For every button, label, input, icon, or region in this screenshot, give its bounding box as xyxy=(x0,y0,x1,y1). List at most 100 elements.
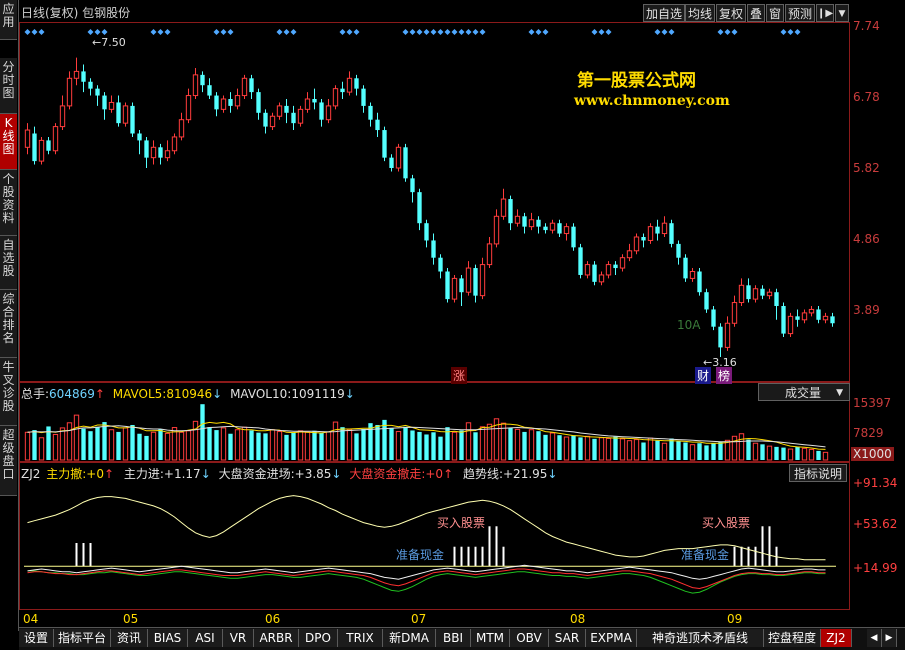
candle-body xyxy=(207,85,212,96)
tab-vr[interactable]: VR xyxy=(223,629,254,647)
signal-diamond xyxy=(444,29,451,35)
candle-body xyxy=(801,312,808,321)
volume-bar xyxy=(704,445,709,460)
candle-body xyxy=(704,292,709,310)
signal-diamond xyxy=(157,29,164,35)
candle-body xyxy=(81,71,86,82)
candle-body xyxy=(571,226,576,248)
buy-bar xyxy=(488,526,491,567)
tab-bias[interactable]: BIAS xyxy=(148,629,188,647)
tab-mtm[interactable]: MTM xyxy=(471,629,510,647)
volume-bar xyxy=(234,429,241,461)
candle-body xyxy=(241,77,248,97)
candle-body xyxy=(718,326,723,348)
volume-bar xyxy=(816,450,821,460)
volume-bar xyxy=(122,427,129,461)
tab-new-dma[interactable]: 新DMA xyxy=(383,629,436,647)
tab-zj2[interactable]: ZJ2 xyxy=(821,629,852,647)
volume-bar xyxy=(38,437,45,461)
signal-diamond xyxy=(164,29,171,35)
price-tick: 4.86 xyxy=(853,232,880,246)
signal-diamond xyxy=(794,29,801,35)
tab-asi[interactable]: ASI xyxy=(188,629,223,647)
trend-label: 趋势线: xyxy=(462,467,503,481)
tab-expma[interactable]: EXPMA xyxy=(586,629,637,647)
tab-magic-escape[interactable]: 神奇逃顶术矛盾线 xyxy=(637,629,764,647)
candle-body xyxy=(410,178,415,193)
tab-indicator-platform[interactable]: 指标平台 xyxy=(54,629,111,647)
tab-obv[interactable]: OBV xyxy=(510,629,549,647)
candle-body xyxy=(752,288,759,300)
candle-body xyxy=(354,78,359,89)
volume-bar xyxy=(410,430,415,460)
candle-body xyxy=(731,302,738,324)
candle-body xyxy=(781,306,786,334)
signal-bar xyxy=(754,546,757,567)
signal-diamond xyxy=(479,29,486,35)
signal-diamond xyxy=(535,29,542,35)
candle-body xyxy=(171,136,178,152)
signal-diamond xyxy=(227,29,234,35)
volume-bar xyxy=(108,429,115,461)
tab-bbi[interactable]: BBI xyxy=(436,629,471,647)
tab-arbr[interactable]: ARBR xyxy=(254,629,299,647)
buy-label: 买入股票 xyxy=(702,516,751,530)
candle-body xyxy=(563,226,570,235)
volume-bar xyxy=(647,437,654,461)
volume-bar xyxy=(578,437,583,460)
signal-diamond xyxy=(409,29,416,35)
tab-sar[interactable]: SAR xyxy=(549,629,586,647)
tab-settings[interactable]: 设置 xyxy=(19,629,54,647)
volume-bar xyxy=(150,431,157,461)
tab-control-degree[interactable]: 控盘程度 xyxy=(764,629,821,647)
prepare-cash-label: 准备现金 xyxy=(396,548,445,562)
tab-dpo[interactable]: DPO xyxy=(299,629,338,647)
zhang-badge[interactable]: 涨 xyxy=(451,367,468,384)
candle-body xyxy=(46,140,51,151)
x-tick: 08 xyxy=(570,612,586,626)
volume-bar xyxy=(361,429,366,460)
candle-body xyxy=(403,147,408,179)
volume-bar xyxy=(731,435,738,461)
signal-diamond xyxy=(654,29,661,35)
scroll-left-icon[interactable]: ◀ xyxy=(867,629,882,647)
volume-bar xyxy=(697,443,702,460)
candle-body xyxy=(375,119,380,131)
volume-bar xyxy=(760,444,765,460)
tab-trix[interactable]: TRIX xyxy=(338,629,383,647)
signal-diamond xyxy=(283,29,290,35)
candle-body xyxy=(451,277,458,300)
signal-diamond xyxy=(423,29,430,35)
cai-badge[interactable]: 财 xyxy=(695,367,712,384)
signal-diamond xyxy=(451,29,458,35)
scroll-right-icon[interactable]: ▶ xyxy=(882,629,897,647)
candle-body xyxy=(661,222,668,235)
volume-bar xyxy=(130,424,135,460)
candle-body xyxy=(52,126,59,152)
total-hands-label: 总手: xyxy=(21,387,50,401)
volume-bar xyxy=(256,432,261,460)
tab-news[interactable]: 资讯 xyxy=(111,629,148,647)
volume-selector[interactable]: 成交量 ▼ xyxy=(758,383,850,401)
signal-diamond xyxy=(276,29,283,35)
indicator-help-button[interactable]: 指标说明 xyxy=(789,464,847,482)
volume-bar xyxy=(718,441,723,460)
bang-badge[interactable]: 榜 xyxy=(716,367,733,384)
candle-body xyxy=(543,226,548,231)
market-out-label: 大盘资金撤走: xyxy=(349,467,426,481)
volume-bar xyxy=(766,445,773,461)
volume-bar xyxy=(584,435,591,461)
mavol5-label: MAVOL5: xyxy=(112,387,167,401)
candle-body xyxy=(340,88,345,93)
trend-value: +21.95 xyxy=(503,467,548,481)
signal-diamond xyxy=(402,29,409,35)
candle-body xyxy=(276,105,283,117)
volume-bar xyxy=(626,440,633,461)
volume-bar xyxy=(724,439,731,461)
volume-bar xyxy=(669,438,674,460)
volume-bar xyxy=(424,434,429,460)
signal-diamond xyxy=(724,29,731,35)
market-in-label: 大盘资金进场: xyxy=(218,467,295,481)
volume-bar xyxy=(164,432,171,461)
signal-diamond xyxy=(661,29,668,35)
